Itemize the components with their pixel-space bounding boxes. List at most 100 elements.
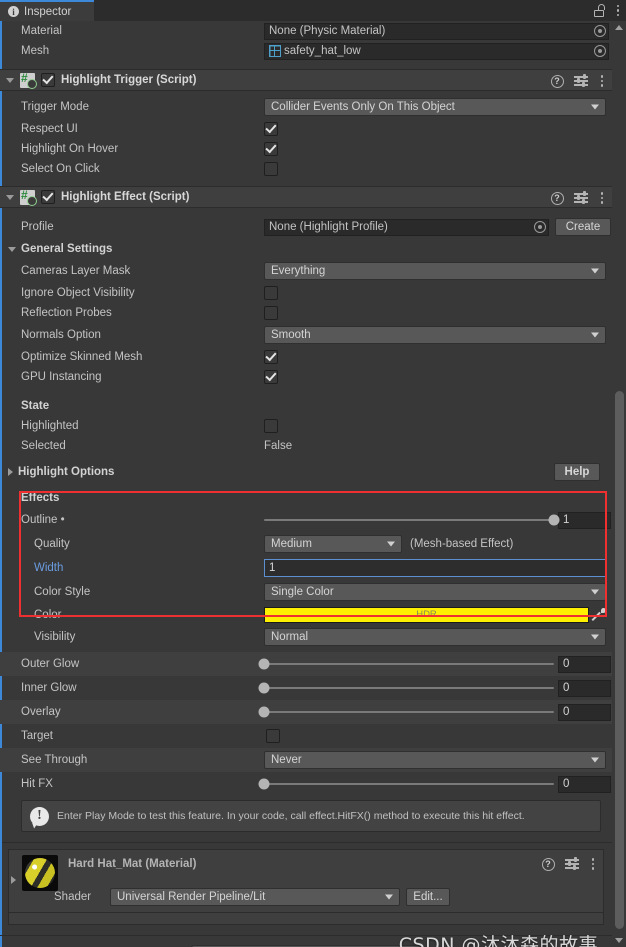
scrollbar-thumb[interactable] xyxy=(615,391,624,929)
highlighted-label: Highlighted xyxy=(21,420,79,432)
highlight-on-hover-checkbox[interactable] xyxy=(264,142,278,156)
color-label: Color xyxy=(34,608,62,621)
create-profile-label: Create xyxy=(565,221,601,233)
component-header-highlight-effect[interactable]: Highlight Effect (Script) ? xyxy=(0,186,612,208)
tab-inspector[interactable]: i Inspector xyxy=(0,0,94,21)
normals-option-dropdown[interactable]: Smooth xyxy=(264,326,606,344)
foldout-arrow-icon[interactable] xyxy=(8,246,16,252)
cameras-layer-mask-dropdown[interactable]: Everything xyxy=(264,262,606,280)
shader-label: Shader xyxy=(54,891,92,903)
quality-dropdown[interactable]: Medium xyxy=(264,535,402,553)
mesh-label: Mesh xyxy=(21,45,50,57)
outer-glow-slider-knob[interactable] xyxy=(258,658,270,670)
inner-glow-slider[interactable] xyxy=(258,679,554,697)
profile-object-field[interactable]: None (Highlight Profile) xyxy=(264,218,549,236)
chevron-down-icon xyxy=(591,757,599,763)
outline-slider[interactable] xyxy=(264,511,560,529)
material-object-field[interactable]: None (Physic Material) xyxy=(264,22,609,40)
selected-label: Selected xyxy=(21,440,66,452)
lock-icon[interactable] xyxy=(593,4,605,17)
hit-fx-value-field[interactable]: 0 xyxy=(558,775,611,793)
component-enabled-checkbox[interactable] xyxy=(41,73,55,87)
material-label: Material xyxy=(21,25,62,37)
foldout-arrow-icon[interactable] xyxy=(6,194,14,200)
ignore-object-visibility-checkbox[interactable] xyxy=(264,286,278,300)
row-mesh: Mesh safety_hat_low xyxy=(0,41,612,61)
component-header-highlight-trigger[interactable]: Highlight Trigger (Script) ? xyxy=(0,69,612,91)
outer-glow-value-field[interactable]: 0 xyxy=(558,655,611,673)
warning-icon xyxy=(30,806,49,826)
kebab-menu-icon[interactable] xyxy=(614,4,623,17)
foldout-arrow-icon[interactable] xyxy=(8,468,13,476)
kebab-menu-icon[interactable] xyxy=(589,858,598,870)
gpu-instancing-checkbox[interactable] xyxy=(264,370,278,384)
width-input[interactable]: 1 xyxy=(264,559,606,577)
object-picker-icon[interactable] xyxy=(594,25,606,37)
help-button[interactable]: Help xyxy=(554,463,600,481)
optimize-skinned-mesh-checkbox[interactable] xyxy=(264,350,278,364)
kebab-menu-icon[interactable] xyxy=(598,75,607,87)
edit-shader-button[interactable]: Edit... xyxy=(406,888,450,906)
help-icon[interactable]: ? xyxy=(550,74,564,88)
help-button-label: Help xyxy=(564,466,590,478)
section-highlight-options[interactable]: Highlight Options Help xyxy=(0,462,612,482)
material-shader-row: Shader Universal Render Pipeline/Lit Edi… xyxy=(9,886,603,908)
row-normals-option: Normals Option Smooth xyxy=(0,323,612,347)
row-target: Target xyxy=(0,724,612,748)
row-highlighted: Highlighted xyxy=(0,416,612,436)
row-selected: Selected False xyxy=(0,436,612,456)
outline-slider-knob[interactable] xyxy=(548,514,560,526)
row-optimize-skinned-mesh: Optimize Skinned Mesh xyxy=(0,347,612,367)
vertical-scrollbar[interactable] xyxy=(612,21,626,947)
mesh-object-field[interactable]: safety_hat_low xyxy=(264,42,609,60)
color-swatch[interactable]: HDR xyxy=(264,606,589,623)
outer-glow-slider[interactable] xyxy=(258,655,554,673)
outline-value-field[interactable]: 1 xyxy=(558,511,611,529)
chevron-down-icon xyxy=(591,268,599,274)
material-header[interactable]: Hard Hat_Mat (Material) ? xyxy=(9,850,603,891)
trigger-mode-dropdown[interactable]: Collider Events Only On This Object xyxy=(264,98,606,116)
create-profile-button[interactable]: Create xyxy=(555,218,611,236)
preset-settings-icon[interactable] xyxy=(573,74,588,87)
component-enabled-checkbox[interactable] xyxy=(41,190,55,204)
section-general-settings[interactable]: General Settings xyxy=(0,239,612,259)
respect-ui-label: Respect UI xyxy=(21,123,78,135)
scroll-up-arrow-icon[interactable] xyxy=(612,21,626,34)
target-checkbox[interactable] xyxy=(266,729,280,743)
shader-dropdown[interactable]: Universal Render Pipeline/Lit xyxy=(110,888,400,906)
eyedropper-icon[interactable] xyxy=(592,607,606,623)
hit-fx-slider-knob[interactable] xyxy=(258,778,270,790)
preset-settings-icon[interactable] xyxy=(564,857,579,870)
help-icon[interactable]: ? xyxy=(550,191,564,205)
object-picker-icon[interactable] xyxy=(534,221,546,233)
tabbar-actions xyxy=(593,0,623,21)
row-outline-width: Width 1 xyxy=(0,556,612,580)
quality-suffix-note: (Mesh-based Effect) xyxy=(410,538,514,550)
foldout-arrow-icon[interactable] xyxy=(11,876,16,884)
kebab-menu-icon[interactable] xyxy=(598,192,607,204)
object-picker-icon[interactable] xyxy=(594,45,606,57)
preset-settings-icon[interactable] xyxy=(573,191,588,204)
color-style-dropdown[interactable]: Single Color xyxy=(264,583,606,601)
reflection-probes-checkbox[interactable] xyxy=(264,306,278,320)
outline-label: Outline • xyxy=(21,514,65,526)
visibility-dropdown[interactable]: Normal xyxy=(264,628,606,646)
see-through-dropdown[interactable]: Never xyxy=(264,751,606,769)
select-on-click-checkbox[interactable] xyxy=(264,162,278,176)
overlay-value-field[interactable]: 0 xyxy=(558,703,611,721)
foldout-arrow-icon[interactable] xyxy=(6,77,14,83)
row-respect-ui: Respect UI xyxy=(0,119,612,139)
state-label: State xyxy=(21,400,50,412)
inner-glow-slider-knob[interactable] xyxy=(258,682,270,694)
scroll-down-arrow-icon[interactable] xyxy=(612,934,626,947)
help-icon[interactable]: ? xyxy=(541,857,555,871)
overlay-slider-knob[interactable] xyxy=(258,706,270,718)
hit-fx-slider[interactable] xyxy=(258,775,554,793)
inner-glow-value-field[interactable]: 0 xyxy=(558,679,611,697)
hit-fx-value: 0 xyxy=(563,778,570,790)
csharp-script-icon xyxy=(20,188,37,206)
target-label: Target xyxy=(21,730,53,742)
respect-ui-checkbox[interactable] xyxy=(264,122,278,136)
highlighted-checkbox[interactable] xyxy=(264,419,278,433)
overlay-slider[interactable] xyxy=(258,703,554,721)
